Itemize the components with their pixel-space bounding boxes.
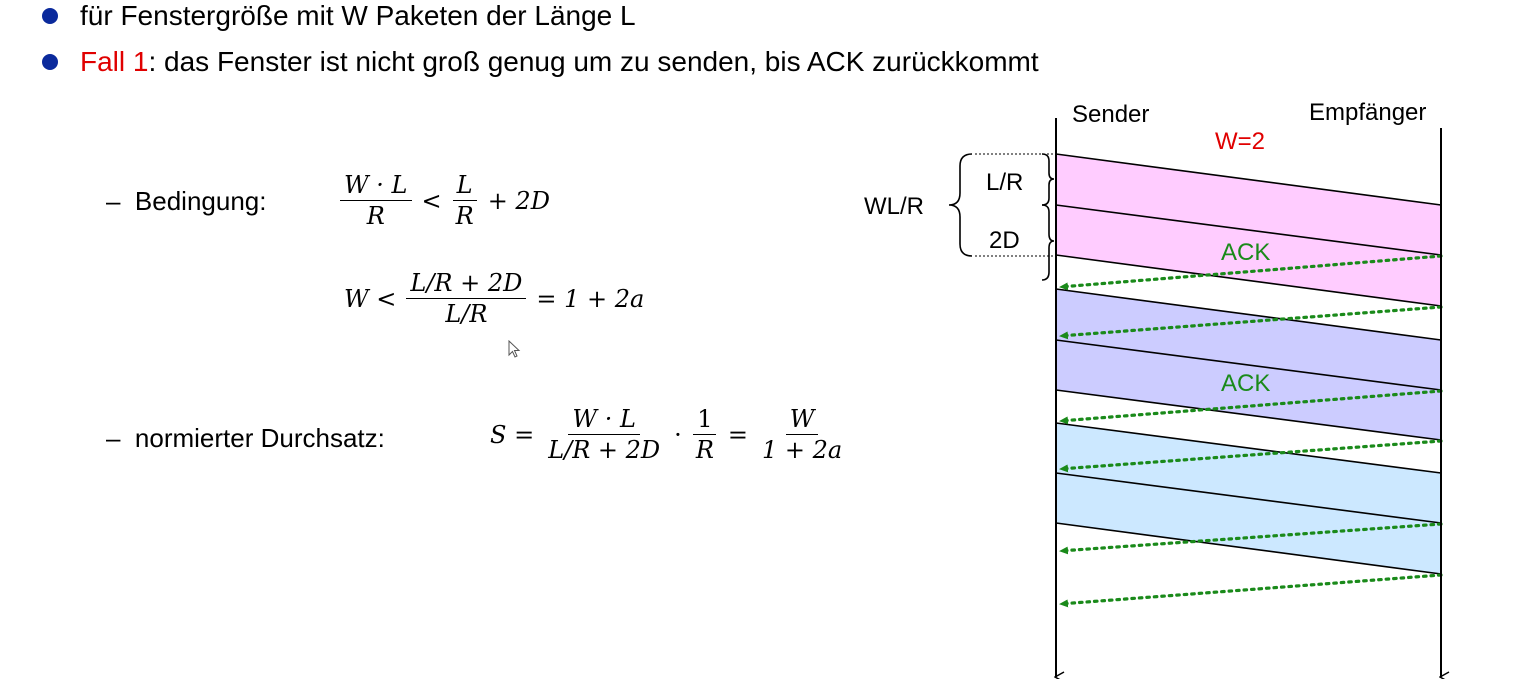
- lr-label: L/R: [986, 169, 1023, 196]
- twod-label: 2D: [989, 227, 1020, 254]
- window-label: W=2: [1215, 128, 1265, 155]
- wlr-brace: [948, 153, 973, 257]
- ack-label: ACK: [1221, 370, 1270, 397]
- twod-brace: [1041, 204, 1055, 281]
- timing-diagram: Sender Empfänger W=2 WL/R L/R 2D ACK ACK: [864, 99, 1528, 679]
- wlr-label: WL/R: [864, 193, 924, 220]
- sender-label: Sender: [1072, 101, 1149, 128]
- receiver-label: Empfänger: [1309, 99, 1426, 126]
- ack-arrow: [1058, 573, 1443, 608]
- lr-brace: [1041, 153, 1055, 206]
- ack-label: ACK: [1221, 239, 1270, 266]
